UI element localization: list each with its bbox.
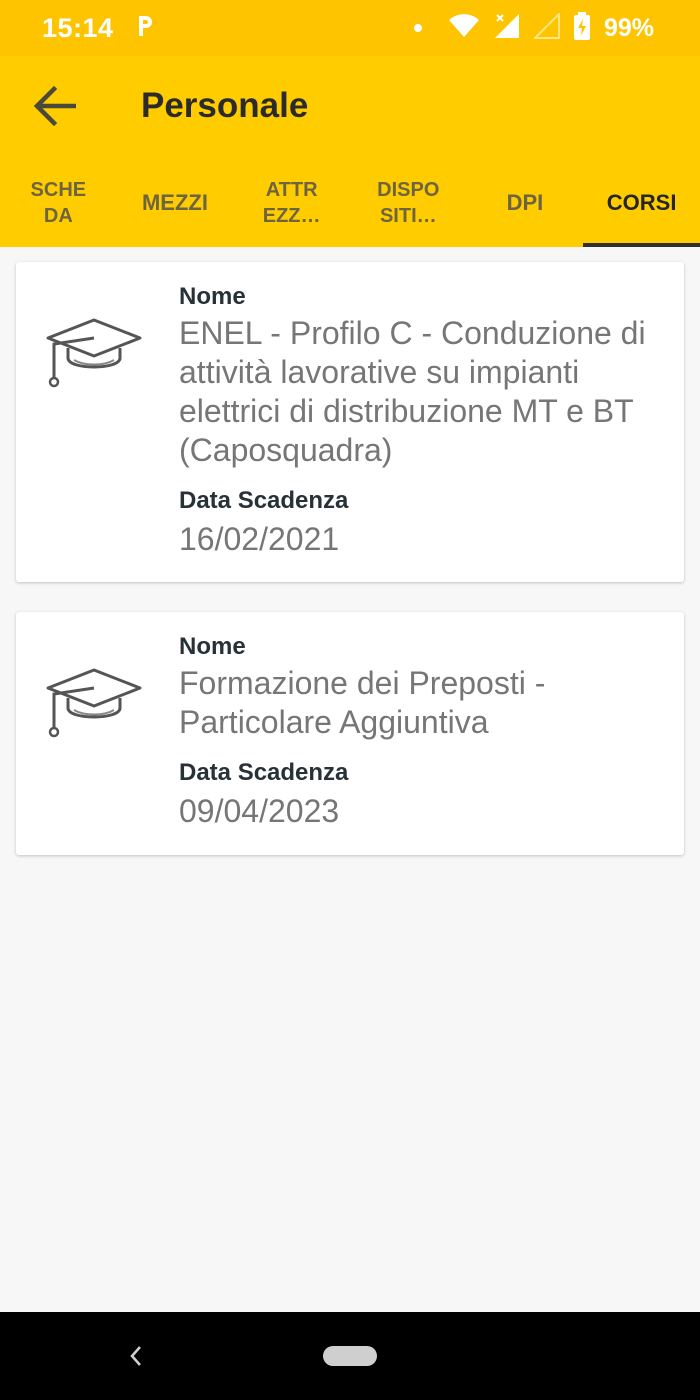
tab-label: ATTR EZZ… — [262, 178, 321, 227]
status-time: 15:14 — [42, 12, 114, 43]
tab-label: DPI — [506, 189, 544, 215]
wifi-icon — [448, 13, 480, 43]
tab-scheda[interactable]: SCHE DA — [0, 160, 117, 247]
no-signal-icon — [532, 11, 560, 44]
course-card[interactable]: Nome ENEL - Profilo C - Conduzione di at… — [16, 262, 684, 582]
course-name: Formazione dei Preposti - Particolare Ag… — [179, 665, 546, 740]
battery-charging-icon — [573, 11, 590, 45]
course-name-label: Nome — [179, 633, 246, 660]
course-details: Nome ENEL - Profilo C - Conduzione di at… — [179, 280, 668, 559]
status-bar: 15:14 99% — [0, 0, 700, 56]
tab-corsi[interactable]: CORSI — [583, 160, 700, 247]
parking-icon — [136, 14, 154, 43]
tab-label: CORSI — [606, 189, 677, 215]
arrow-left-icon — [32, 85, 77, 131]
course-details: Nome Formazione dei Preposti - Particola… — [179, 630, 668, 831]
battery-percent: 99% — [603, 13, 654, 42]
dot-icon — [413, 24, 422, 32]
tab-attrezzature[interactable]: ATTR EZZ… — [233, 160, 350, 247]
system-nav-bar — [0, 1312, 700, 1400]
course-name: ENEL - Profilo C - Conduzione di attivit… — [179, 315, 646, 468]
tab-label: SCHE DA — [30, 178, 87, 227]
signal-icon — [494, 13, 520, 44]
page-title: Personale — [141, 86, 309, 125]
app-bar: Personale — [0, 56, 700, 160]
tab-mezzi[interactable]: MEZZI — [117, 160, 234, 247]
course-card[interactable]: Nome Formazione dei Preposti - Particola… — [16, 612, 684, 855]
back-button[interactable] — [24, 78, 84, 138]
graduation-cap-icon — [44, 314, 144, 395]
status-icons: 99% — [413, 0, 654, 56]
expiry-date: 16/02/2021 — [179, 521, 340, 557]
tab-label: MEZZI — [141, 189, 208, 215]
home-pill-icon[interactable] — [323, 1346, 377, 1366]
nav-back-icon[interactable] — [118, 1334, 154, 1378]
expiry-label: Data Scadenza — [179, 487, 349, 514]
graduation-cap-icon — [44, 664, 144, 745]
tab-label: DISPO SITI… — [377, 178, 440, 227]
course-name-label: Nome — [179, 283, 246, 310]
tab-dispositivi[interactable]: DISPO SITI… — [350, 160, 467, 247]
expiry-date: 09/04/2023 — [179, 793, 340, 829]
tab-dpi[interactable]: DPI — [467, 160, 584, 247]
tab-bar: SCHE DA MEZZI ATTR EZZ… DISPO SITI… DPI … — [0, 160, 700, 247]
expiry-label: Data Scadenza — [179, 759, 349, 786]
